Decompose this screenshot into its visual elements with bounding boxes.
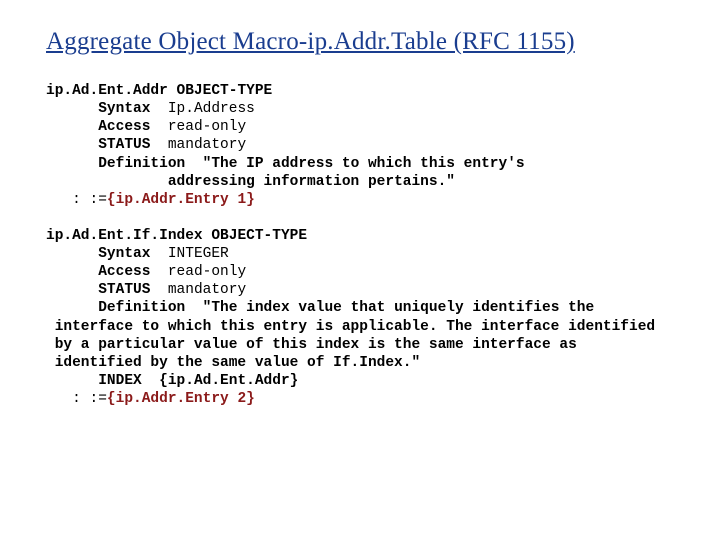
index-kw: INDEX: [98, 373, 142, 389]
status-val: mandatory: [168, 282, 246, 298]
definition-text-l3: by a particular value of this index is t…: [55, 337, 577, 353]
access-kw: Access: [98, 119, 150, 135]
object-type-kw: OBJECT-TYPE: [211, 228, 307, 244]
syntax-val: INTEGER: [168, 246, 229, 262]
definition-kw: Definition: [98, 156, 185, 172]
assign-body: {ip.Addr.Entry 1}: [107, 192, 255, 208]
assign-prefix: : :=: [72, 192, 107, 208]
syntax-kw: Syntax: [98, 101, 150, 117]
definition-kw: Definition: [98, 300, 185, 316]
status-kw: STATUS: [98, 282, 150, 298]
status-kw: STATUS: [98, 137, 150, 153]
assign-prefix: : :=: [72, 391, 107, 407]
object-type-kw: OBJECT-TYPE: [177, 83, 273, 99]
definition-text-l1: "The index value that uniquely identifie…: [203, 300, 595, 316]
definition-block-1: ip.Ad.Ent.Addr OBJECT-TYPE Syntax Ip.Add…: [46, 82, 680, 209]
definition-block-2: ip.Ad.Ent.If.Index OBJECT-TYPE Syntax IN…: [46, 227, 680, 408]
object-name: ip.Ad.Ent.Addr: [46, 83, 168, 99]
syntax-val: Ip.Address: [168, 101, 255, 117]
slide: Aggregate Object Macro-ip.Addr.Table (RF…: [0, 0, 720, 446]
definition-text-l2: addressing information pertains.": [168, 174, 455, 190]
definition-text-l1: "The IP address to which this entry's: [203, 156, 525, 172]
syntax-kw: Syntax: [98, 246, 150, 262]
status-val: mandatory: [168, 137, 246, 153]
object-name: ip.Ad.Ent.If.Index: [46, 228, 203, 244]
assign-body: {ip.Addr.Entry 2}: [107, 391, 255, 407]
definition-text-l2: interface to which this entry is applica…: [55, 319, 655, 335]
access-val: read-only: [168, 119, 246, 135]
index-val: {ip.Ad.Ent.Addr}: [159, 373, 298, 389]
slide-title: Aggregate Object Macro-ip.Addr.Table (RF…: [46, 28, 680, 56]
access-kw: Access: [98, 264, 150, 280]
access-val: read-only: [168, 264, 246, 280]
definition-text-l4: identified by the same value of If.Index…: [55, 355, 420, 371]
